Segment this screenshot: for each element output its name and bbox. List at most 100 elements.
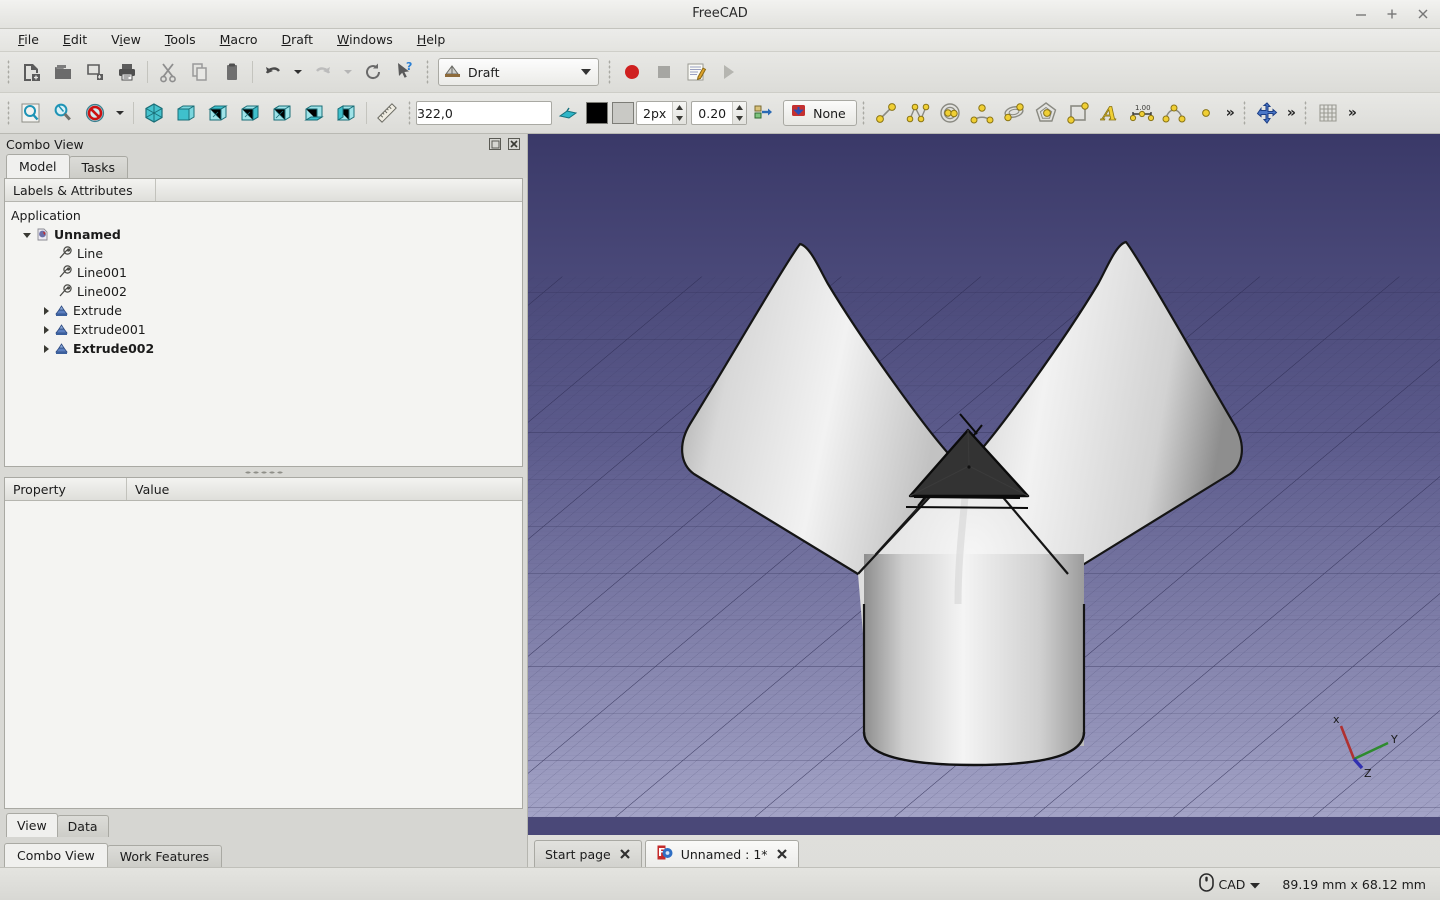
tab-view[interactable]: View <box>6 813 58 837</box>
toolbar-grip[interactable] <box>5 100 12 126</box>
dock-tab-work-features[interactable]: Work Features <box>106 845 223 867</box>
copy-icon[interactable] <box>184 56 216 88</box>
draft-polygon-icon[interactable] <box>1030 97 1062 129</box>
close-icon[interactable] <box>1416 7 1430 21</box>
top-view-icon[interactable] <box>202 97 234 129</box>
tree-item-unnamed[interactable]: Unnamed <box>5 225 522 244</box>
toolbar-grip[interactable] <box>424 59 431 85</box>
tree-item-extrude[interactable]: Extrude <box>5 301 522 320</box>
tree-item-application[interactable]: Application <box>5 206 522 225</box>
draft-ellipse-icon[interactable] <box>998 97 1030 129</box>
spinner-arrows[interactable] <box>732 102 747 124</box>
menu-help[interactable]: Help <box>405 30 458 50</box>
tab-data[interactable]: Data <box>56 815 109 837</box>
tab-tasks[interactable]: Tasks <box>68 156 129 178</box>
measure-icon[interactable] <box>371 97 403 129</box>
draft-font-size-spinner[interactable]: 0.20 <box>691 101 748 125</box>
menu-file[interactable]: File <box>6 30 51 50</box>
tab-model[interactable]: Model <box>6 154 70 178</box>
toolbar-grip[interactable] <box>406 100 413 126</box>
document-tab-start-page[interactable]: Start page <box>534 840 642 867</box>
tree-item-extrude001[interactable]: Extrude001 <box>5 320 522 339</box>
draft-utils-overflow-icon[interactable]: » <box>1344 105 1360 121</box>
draw-style-dropdown-icon[interactable] <box>111 97 129 129</box>
minimize-icon[interactable] <box>1354 7 1368 21</box>
draft-move-icon[interactable] <box>1251 97 1283 129</box>
undo-icon[interactable] <box>257 56 289 88</box>
menu-edit[interactable]: Edit <box>51 30 99 50</box>
tree-item-line001[interactable]: Line001 <box>5 263 522 282</box>
float-panel-icon[interactable] <box>488 137 502 151</box>
rear-view-icon[interactable] <box>266 97 298 129</box>
toolbar-grip[interactable] <box>1240 100 1248 126</box>
menu-draft[interactable]: Draft <box>269 30 325 50</box>
maximize-icon[interactable] <box>1385 7 1399 21</box>
bottom-view-icon[interactable] <box>298 97 330 129</box>
close-tab-icon[interactable] <box>776 848 788 860</box>
paste-icon[interactable] <box>216 56 248 88</box>
draft-point-icon[interactable] <box>1190 97 1222 129</box>
workbench-selector[interactable]: Draft <box>438 58 599 86</box>
draw-style-icon[interactable] <box>79 97 111 129</box>
redo-dropdown-icon[interactable] <box>339 56 357 88</box>
undo-dropdown-icon[interactable] <box>289 56 307 88</box>
expand-triangle-icon[interactable] <box>20 228 34 242</box>
spinner-arrows[interactable] <box>672 102 687 124</box>
save-document-icon[interactable] <box>79 56 111 88</box>
apply-style-icon[interactable] <box>747 97 779 129</box>
draft-text-icon[interactable]: A <box>1094 97 1126 129</box>
fit-all-icon[interactable] <box>15 97 47 129</box>
draft-line-icon[interactable] <box>870 97 902 129</box>
tree-item-line002[interactable]: Line002 <box>5 282 522 301</box>
collapse-triangle-icon[interactable] <box>39 342 53 356</box>
refresh-icon[interactable] <box>357 56 389 88</box>
menu-windows[interactable]: Windows <box>325 30 405 50</box>
new-document-icon[interactable] <box>15 56 47 88</box>
autogroup-button[interactable]: None <box>783 100 857 126</box>
document-tab-unnamed[interactable]: F Unnamed : 1* <box>644 840 799 867</box>
cut-icon[interactable] <box>152 56 184 88</box>
panel-splitter[interactable] <box>0 467 527 477</box>
left-view-icon[interactable] <box>330 97 362 129</box>
collapse-triangle-icon[interactable] <box>39 304 53 318</box>
model-tree[interactable]: Application Unnamed Line Line001 Line002… <box>5 202 522 466</box>
print-icon[interactable] <box>111 56 143 88</box>
draft-style-icon[interactable] <box>552 97 584 129</box>
toolbar-grip[interactable] <box>1301 100 1309 126</box>
draft-mod-overflow-icon[interactable]: » <box>1283 105 1299 121</box>
fit-selection-icon[interactable] <box>47 97 79 129</box>
draft-rectangle-icon[interactable] <box>1062 97 1094 129</box>
draft-grid-icon[interactable] <box>1312 97 1344 129</box>
toolbar-grip[interactable] <box>859 100 867 126</box>
chevron-down-icon[interactable] <box>1250 877 1261 892</box>
draft-arc-icon[interactable] <box>966 97 998 129</box>
draft-line-width-spinner[interactable]: 2px <box>636 101 688 125</box>
macro-edit-icon[interactable] <box>680 56 712 88</box>
toolbar-grip[interactable] <box>606 59 613 85</box>
draft-coordinate-field[interactable]: 322,0 <box>416 101 552 125</box>
tree-item-line[interactable]: Line <box>5 244 522 263</box>
chevron-down-icon[interactable] <box>581 69 591 75</box>
dock-tab-combo-view[interactable]: Combo View <box>4 843 108 867</box>
toolbar-grip[interactable] <box>5 59 12 85</box>
3d-viewport[interactable]: x Y Z <box>528 134 1440 835</box>
open-document-icon[interactable] <box>47 56 79 88</box>
draft-tools-overflow-icon[interactable]: » <box>1222 105 1238 121</box>
close-panel-icon[interactable] <box>507 137 521 151</box>
collapse-triangle-icon[interactable] <box>39 323 53 337</box>
draft-line-color-swatch[interactable] <box>586 102 608 124</box>
tree-item-extrude002[interactable]: Extrude002 <box>5 339 522 358</box>
right-view-icon[interactable] <box>234 97 266 129</box>
whats-this-icon[interactable]: ? <box>389 56 421 88</box>
close-tab-icon[interactable] <box>619 848 631 860</box>
navigation-style-selector[interactable]: CAD <box>1198 873 1261 895</box>
macro-execute-icon[interactable] <box>712 56 744 88</box>
menu-tools[interactable]: Tools <box>153 30 208 50</box>
draft-circle-icon[interactable] <box>934 97 966 129</box>
draft-dimension-icon[interactable]: 1.00 <box>1126 97 1158 129</box>
menu-view[interactable]: View <box>99 30 153 50</box>
menu-macro[interactable]: Macro <box>208 30 270 50</box>
draft-polyline-icon[interactable] <box>902 97 934 129</box>
macro-record-icon[interactable] <box>616 56 648 88</box>
front-view-icon[interactable] <box>170 97 202 129</box>
